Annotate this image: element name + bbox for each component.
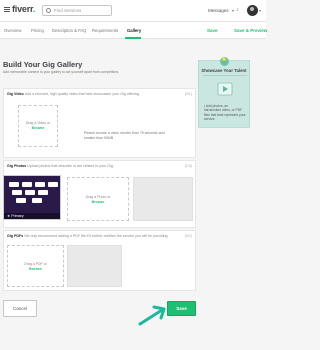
cancel-button[interactable]: Cancel: [3, 300, 37, 317]
gig-pdfs-section: Gig PDFs We only recommend adding a PDF …: [3, 230, 196, 291]
gig-video-section: Gig Video Add a relevant, high quality v…: [3, 88, 196, 158]
video-illustration-icon: [217, 82, 233, 96]
tab-pricing[interactable]: Pricing: [31, 28, 44, 33]
showcase-bullet: • Add photos, an introduction video, or …: [204, 104, 246, 122]
lightbulb-icon: 💡: [220, 57, 229, 66]
chevron-down-icon: ▾: [232, 8, 235, 13]
browse-pdf-link[interactable]: Browse: [8, 267, 63, 271]
save-link[interactable]: Save: [207, 28, 218, 33]
video-dropzone[interactable]: Drag a Video or Browse: [18, 105, 58, 147]
pdf-placeholder: [67, 245, 122, 287]
save-preview-link[interactable]: Save & Preview: [234, 28, 267, 33]
primary-badge: ★ Primary: [7, 214, 24, 218]
showcase-tip-card: 💡 Showcase Your Talent • Add photos, an …: [198, 57, 250, 128]
gig-photos-count: (1/3): [184, 164, 192, 168]
gig-video-title: Gig Video Add a relevant, high quality v…: [7, 92, 140, 96]
video-note: Please choose a video shorter than 75 se…: [84, 131, 165, 140]
gig-photos-title: Gig Photos Upload photos that describe o…: [7, 164, 114, 168]
save-button[interactable]: Save: [167, 301, 196, 316]
top-nav: fiverr. Find Services Messages ▾ ♪ ▾: [0, 0, 266, 22]
gig-video-count: (0/1): [184, 92, 192, 96]
page-subtitle: Add memorable content to your gallery to…: [3, 70, 120, 74]
fiverr-logo[interactable]: fiverr.: [12, 4, 35, 14]
tab-overview[interactable]: Overview: [4, 28, 21, 33]
gig-tabs: Overview Pricing Description & FAQ Requi…: [0, 22, 267, 39]
arrow-right-icon: [138, 305, 166, 326]
page-title: Build Your Gig Gallery: [3, 60, 83, 69]
hamburger-menu-icon[interactable]: [4, 7, 10, 12]
avatar[interactable]: [247, 5, 258, 16]
browse-video-link[interactable]: Browse: [19, 126, 57, 130]
primary-photo-thumbnail[interactable]: ★ Primary: [3, 175, 61, 220]
chevron-down-icon: ▾: [259, 8, 262, 13]
messages-link[interactable]: Messages: [208, 8, 229, 13]
photo-placeholder: [133, 177, 193, 221]
search-box[interactable]: Find Services: [42, 5, 112, 16]
tab-requirements[interactable]: Requirements: [92, 28, 118, 33]
bell-icon[interactable]: ♪: [236, 7, 239, 13]
gig-pdfs-count: (0/2): [184, 234, 192, 238]
browse-photo-link[interactable]: Browse: [68, 200, 128, 204]
tab-description-faq[interactable]: Description & FAQ: [52, 28, 86, 33]
search-input[interactable]: Find Services: [54, 6, 81, 15]
gig-pdfs-title: Gig PDFs We only recommend adding a PDF …: [7, 234, 169, 238]
search-icon[interactable]: [46, 8, 51, 13]
pdf-dropzone[interactable]: Drag a PDF or Browse: [7, 245, 64, 287]
photo-dropzone[interactable]: Drag a Photo or Browse: [67, 177, 129, 221]
showcase-title: Showcase Your Talent: [201, 68, 247, 73]
active-tab-indicator: [125, 37, 141, 39]
tab-gallery[interactable]: Gallery: [127, 28, 141, 33]
